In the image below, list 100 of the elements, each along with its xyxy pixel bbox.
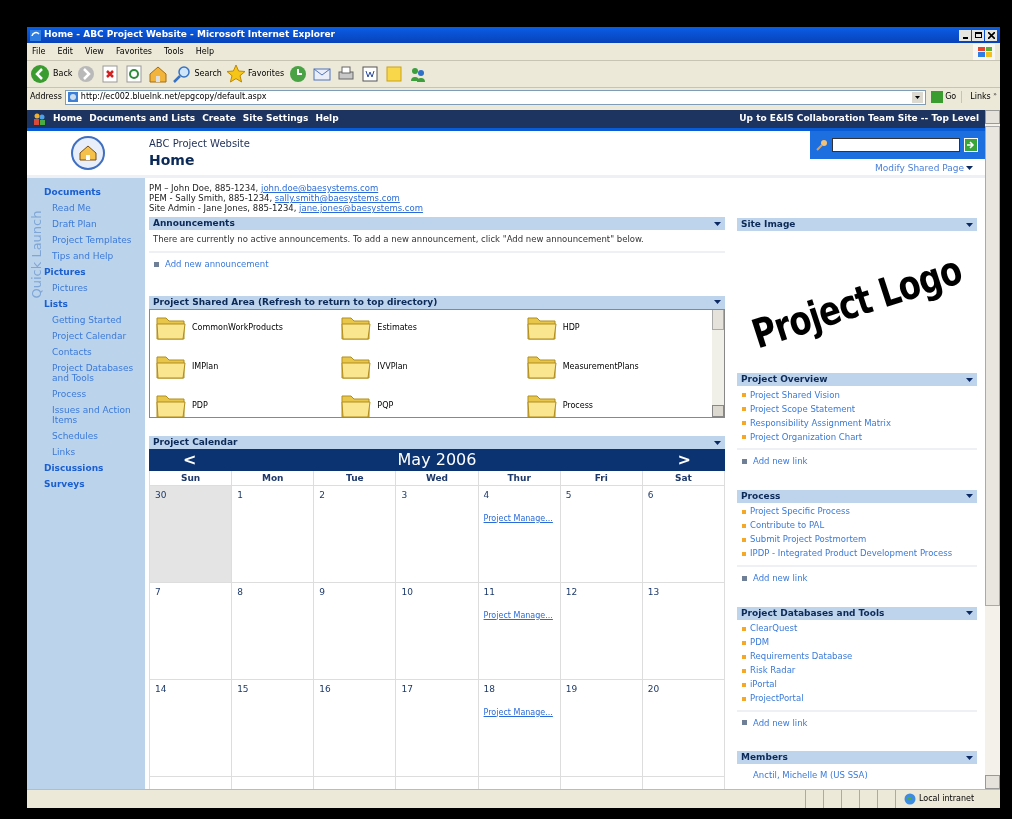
calendar-day[interactable]: 6 <box>642 486 725 583</box>
menu-item[interactable]: Favorites <box>115 45 152 58</box>
folder-name[interactable]: PQP <box>377 399 394 412</box>
page-scrollbar[interactable] <box>985 110 1000 789</box>
calendar-day[interactable]: 12 <box>560 583 643 680</box>
dropdown-icon[interactable] <box>966 611 973 615</box>
nav-link[interactable]: Site Settings <box>242 112 309 126</box>
dropdown-icon[interactable] <box>714 221 721 226</box>
nav-link[interactable]: Create <box>202 112 236 126</box>
folder-name[interactable]: CommonWorkProducts <box>192 321 283 334</box>
calendar-day[interactable]: 9 <box>314 583 397 680</box>
quick-launch-heading[interactable]: Lists <box>44 296 145 312</box>
history-icon[interactable] <box>288 64 309 84</box>
calendar-event-link[interactable]: Project Manage... <box>483 512 553 525</box>
link-item[interactable]: Submit Project Postmortem <box>750 533 867 547</box>
calendar-event-link[interactable]: Project Manage... <box>483 609 553 622</box>
calendar-day[interactable]: 16 <box>314 680 397 777</box>
nav-link[interactable]: Help <box>315 112 339 126</box>
link-item[interactable]: Responsibility Assignment Matrix <box>750 416 891 430</box>
dropdown-icon[interactable] <box>966 755 973 760</box>
calendar-day[interactable]: 4 Project Manage... <box>478 486 561 583</box>
calendar-day[interactable]: 20 <box>642 680 725 777</box>
previous-month-button[interactable]: < <box>183 448 197 472</box>
star-icon[interactable] <box>225 64 246 84</box>
link-item[interactable]: Project Organization Chart <box>750 430 863 444</box>
folder-name[interactable]: PDP <box>192 399 208 412</box>
add-announcement-link[interactable]: Add new announcement <box>165 257 269 271</box>
folder-name[interactable]: Process <box>562 399 593 412</box>
link-item[interactable]: Project Specific Process <box>750 505 850 519</box>
address-field[interactable]: http://ec002.bluelnk.net/epgcopy/default.aspx <box>64 89 927 105</box>
link-item[interactable]: Contribute to PAL <box>750 519 825 533</box>
quick-launch-heading[interactable]: Documents <box>44 184 145 200</box>
dropdown-icon[interactable] <box>966 222 973 227</box>
add-link[interactable]: Add new link <box>753 455 808 468</box>
dropdown-icon[interactable] <box>714 440 721 445</box>
quick-launch-heading[interactable]: Discussions <box>44 460 145 476</box>
menu-item[interactable]: File <box>32 45 46 58</box>
quick-launch-heading[interactable]: Pictures <box>44 264 145 280</box>
calendar-day[interactable]: 19 <box>560 680 643 777</box>
nav-link[interactable]: Documents and Lists <box>89 112 196 126</box>
calendar-day[interactable]: 13 <box>642 583 725 680</box>
email-link[interactable]: john.doe@baesystems.com <box>261 183 379 193</box>
dropdown-icon[interactable] <box>966 166 973 171</box>
favorites-label[interactable]: Favorites <box>247 68 285 80</box>
links-label[interactable]: Links $^{»}$ <box>961 91 997 103</box>
folder-name[interactable]: IMPlan <box>192 360 219 373</box>
calendar-day[interactable]: 1 <box>232 486 315 583</box>
calendar-day[interactable]: 11 Project Manage... <box>478 583 561 680</box>
menu-item[interactable]: Help <box>195 45 214 58</box>
nav-link[interactable]: Home <box>53 112 83 126</box>
folder-name[interactable]: IVVPlan <box>377 360 408 373</box>
calendar-day[interactable]: 8 <box>232 583 315 680</box>
back-icon[interactable] <box>30 64 50 84</box>
add-link[interactable]: Add new link <box>753 716 808 730</box>
dropdown-icon[interactable] <box>966 377 973 382</box>
calendar-day[interactable]: 3 <box>396 486 479 583</box>
site-title[interactable]: ABC Project Website <box>149 136 250 151</box>
up-link[interactable]: Up to E&IS Collaboration Team Site -- Top Level <box>739 112 979 126</box>
folder-name[interactable]: HDP <box>562 321 580 334</box>
folder-name[interactable]: MeasurementPlans <box>562 360 639 373</box>
home-icon[interactable] <box>148 64 169 84</box>
email-link[interactable]: jane.jones@baesystems.com <box>299 203 423 213</box>
calendar-day[interactable]: 5 <box>560 486 643 583</box>
menu-item[interactable]: Tools <box>164 45 184 58</box>
quick-launch-heading[interactable]: Surveys <box>44 476 145 492</box>
dropdown-icon[interactable] <box>912 91 924 103</box>
email-link[interactable]: sally.smith@baesystems.com <box>274 193 400 203</box>
search-label[interactable]: Search <box>194 68 222 80</box>
calendar-day[interactable]: 30 <box>150 486 233 583</box>
next-month-button[interactable]: > <box>677 448 691 472</box>
link-item[interactable]: iPortal <box>750 678 777 691</box>
minimize-button[interactable] <box>959 29 971 41</box>
link-item[interactable]: Project Scope Statement <box>750 402 856 416</box>
close-button[interactable] <box>985 29 997 41</box>
calendar-event-link[interactable]: Project Manage... <box>483 706 553 719</box>
calendar-day[interactable]: 18 Project Manage... <box>478 680 561 777</box>
edit-icon[interactable] <box>360 64 381 84</box>
stop-icon[interactable] <box>100 64 121 84</box>
menu-item[interactable]: Edit <box>57 45 73 58</box>
go-button[interactable]: Go <box>929 91 959 103</box>
link-item[interactable]: ClearQuest <box>750 622 798 635</box>
back-label[interactable]: Back <box>53 68 73 80</box>
member-name[interactable]: Anctil, Michelle M (US SSA) <box>737 769 977 782</box>
calendar-day[interactable]: 2 <box>314 486 397 583</box>
search-icon[interactable] <box>172 64 193 84</box>
link-item[interactable]: PDM <box>750 636 769 649</box>
link-item[interactable]: ProjectPortal <box>750 692 804 705</box>
calendar-day[interactable]: 10 <box>396 583 479 680</box>
calendar-day[interactable]: 7 <box>150 583 233 680</box>
dropdown-icon[interactable] <box>966 494 973 499</box>
dropdown-icon[interactable] <box>714 300 721 304</box>
menu-item[interactable]: View <box>84 45 104 58</box>
search-field[interactable] <box>832 137 960 152</box>
link-item[interactable]: Risk Radar <box>750 664 796 677</box>
link-item[interactable]: Project Shared Vision <box>750 388 840 402</box>
link-item[interactable]: IPDP - Integrated Product Development Process <box>750 547 953 561</box>
modify-page-link[interactable]: Modify Shared Page <box>875 161 964 175</box>
calendar-day[interactable]: 17 <box>396 680 479 777</box>
link-item[interactable]: Requirements Database <box>750 650 853 663</box>
calendar-day[interactable]: 14 <box>150 680 233 777</box>
